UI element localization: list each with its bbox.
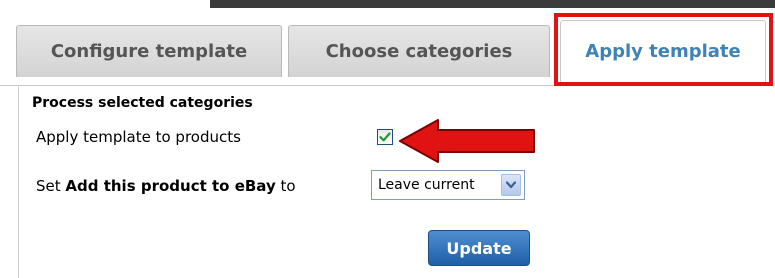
- apply-template-checkbox[interactable]: [377, 129, 393, 145]
- add-to-ebay-select-value: Leave current: [378, 177, 475, 193]
- set-suffix: to: [275, 177, 296, 195]
- tab-configure-template[interactable]: Configure template: [16, 25, 282, 77]
- apply-template-panel: Process selected categories Apply templa…: [18, 86, 775, 278]
- update-button-label: Update: [446, 238, 512, 258]
- apply-template-label: Apply template to products: [36, 128, 241, 146]
- set-prefix: Set: [36, 177, 66, 195]
- page: Configure template Choose categories App…: [0, 0, 775, 278]
- tab-configure-template-label: Configure template: [50, 41, 248, 62]
- add-to-ebay-select[interactable]: Leave current: [371, 170, 525, 200]
- set-field-name: Add this product to eBay: [65, 177, 276, 195]
- set-field-label: Set Add this product to eBay to: [36, 177, 296, 195]
- tab-choose-categories[interactable]: Choose categories: [288, 25, 550, 77]
- tab-apply-template-label: Apply template: [585, 41, 741, 62]
- update-button[interactable]: Update: [428, 230, 530, 266]
- top-strip: [210, 0, 775, 8]
- section-title: Process selected categories: [32, 95, 253, 111]
- tab-choose-categories-label: Choose categories: [325, 41, 513, 62]
- chevron-down-icon: [506, 181, 516, 189]
- tab-bar: Configure template Choose categories App…: [0, 8, 775, 86]
- tab-apply-template[interactable]: Apply template: [560, 20, 766, 82]
- check-icon: [379, 132, 391, 142]
- arrow-left-icon: [399, 119, 535, 163]
- select-dropdown-button[interactable]: [501, 174, 521, 196]
